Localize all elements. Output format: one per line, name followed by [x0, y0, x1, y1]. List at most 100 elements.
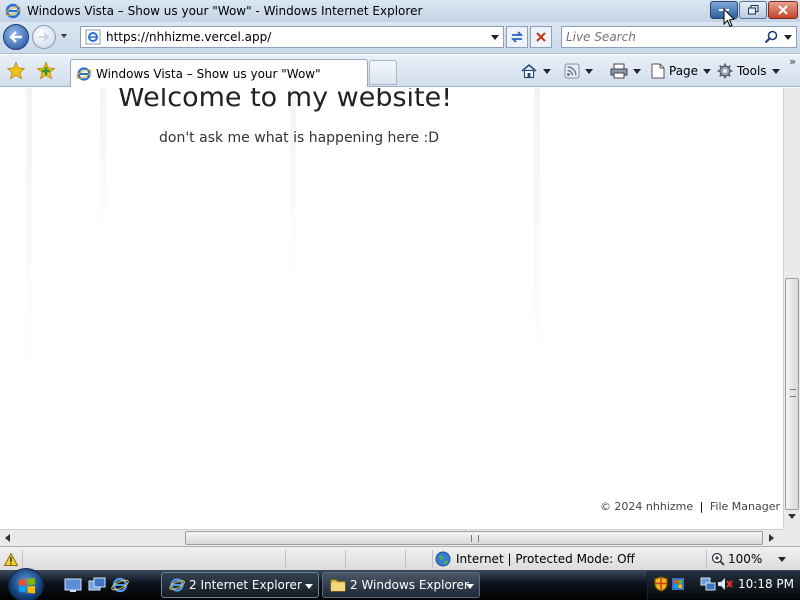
taskbar-task-label: 2 Internet Explorer	[189, 578, 302, 592]
print-dropdown-arrow[interactable]	[633, 68, 641, 74]
ie-page-icon	[85, 29, 101, 45]
status-divider	[22, 550, 23, 568]
background-streak	[100, 88, 106, 238]
restore-icon	[747, 5, 758, 15]
favorites-center-icon[interactable]	[6, 61, 26, 81]
search-provider-dropdown[interactable]	[784, 35, 792, 40]
ie-quicklaunch-icon[interactable]	[111, 576, 129, 594]
security-zone-label: Internet | Protected Mode: Off	[456, 552, 635, 566]
background-streak	[290, 88, 296, 278]
vertical-scrollbar[interactable]	[783, 88, 800, 529]
task-group-arrow-icon	[466, 584, 474, 589]
forward-arrow-icon	[39, 32, 50, 42]
windows-update-icon[interactable]	[670, 576, 686, 592]
taskbar: 2 Internet Explorer 2 Windows Explorer 1…	[0, 568, 800, 600]
taskbar-clock[interactable]: 10:18 PM	[738, 577, 794, 591]
page-subtitle: don't ask me what is happening here :D	[159, 130, 440, 146]
page-menu-label: Page	[669, 64, 699, 78]
status-divider	[285, 550, 286, 568]
ie-page-icon	[76, 66, 92, 81]
scrollbar-corner	[783, 529, 800, 546]
scroll-grip-icon	[790, 389, 796, 397]
taskbar-task-label: 2 Windows Explorer	[350, 578, 469, 592]
refresh-button[interactable]	[506, 26, 528, 48]
home-icon	[521, 63, 537, 79]
volume-muted-icon[interactable]	[717, 576, 733, 592]
folder-icon	[330, 579, 346, 592]
search-icon[interactable]	[764, 30, 778, 44]
search-input[interactable]	[566, 27, 756, 47]
page-heading: Welcome to my website!	[118, 88, 453, 113]
rss-feed-icon	[564, 63, 580, 79]
refresh-icon	[510, 31, 524, 43]
tools-menu[interactable]: Tools	[717, 61, 780, 81]
back-button[interactable]	[3, 24, 29, 50]
navigation-bar: https://nhhizme.vercel.app/	[0, 22, 800, 54]
scroll-right-arrow-icon[interactable]	[769, 534, 774, 542]
page-dropdown-arrow	[703, 68, 712, 74]
stop-button[interactable]	[530, 26, 552, 48]
home-dropdown-arrow[interactable]	[543, 68, 551, 74]
file-manager-link[interactable]: File Manager	[710, 500, 780, 513]
tools-dropdown-arrow	[771, 68, 780, 74]
feeds-dropdown-arrow[interactable]	[585, 68, 593, 74]
add-to-favorites-icon[interactable]	[36, 61, 56, 81]
title-bar: Windows Vista – Show us your "Wow" - Win…	[0, 0, 800, 22]
background-streak	[26, 88, 32, 368]
status-bar: Internet | Protected Mode: Off 100%	[0, 546, 800, 570]
notification-area: 10:18 PM	[647, 571, 800, 599]
status-divider	[345, 550, 346, 568]
address-dropdown[interactable]	[491, 35, 499, 40]
security-shield-icon[interactable]	[653, 576, 669, 592]
scroll-grip-icon	[471, 535, 479, 542]
page-viewport: Welcome to my website! don't ask me what…	[0, 88, 783, 529]
network-icon[interactable]	[700, 576, 716, 592]
zoom-icon	[711, 552, 725, 566]
globe-icon	[435, 551, 451, 567]
home-button[interactable]	[520, 61, 551, 81]
vertical-scroll-thumb[interactable]	[785, 278, 799, 510]
footer-copyright: © 2024 nhhizme	[599, 500, 694, 513]
horizontal-scrollbar[interactable]	[0, 529, 783, 546]
feeds-button[interactable]	[564, 61, 593, 81]
security-zone[interactable]: Internet | Protected Mode: Off	[432, 550, 635, 568]
page-menu[interactable]: Page	[651, 61, 712, 81]
footer-separator: |	[699, 500, 704, 513]
task-group-arrow-icon	[305, 584, 313, 589]
page-footer: © 2024 nhhizme | File Manager	[600, 500, 780, 513]
horizontal-scroll-thumb[interactable]	[185, 531, 763, 545]
search-box[interactable]	[561, 26, 797, 48]
tab-active[interactable]: Windows Vista – Show us your "Wow"	[70, 59, 368, 87]
zoom-level: 100%	[728, 552, 763, 566]
tab-command-bar: Windows Vista – Show us your "Wow" Page …	[0, 55, 800, 87]
address-url[interactable]: https://nhhizme.vercel.app/	[106, 30, 271, 44]
ie-icon	[169, 578, 185, 592]
show-desktop-icon[interactable]	[64, 576, 82, 594]
chevron-more-icon[interactable]: »	[789, 55, 796, 68]
address-bar[interactable]: https://nhhizme.vercel.app/	[80, 26, 504, 48]
print-button[interactable]	[610, 61, 641, 81]
scroll-down-arrow-icon[interactable]	[788, 514, 796, 519]
warning-icon[interactable]	[4, 553, 18, 566]
tab-title: Windows Vista – Show us your "Wow"	[96, 66, 321, 81]
switch-windows-icon[interactable]	[88, 576, 106, 594]
start-button[interactable]	[8, 568, 44, 600]
page-icon	[651, 63, 665, 79]
recent-pages-dropdown[interactable]	[61, 34, 67, 38]
taskbar-windows-explorer[interactable]: 2 Windows Explorer	[322, 572, 480, 598]
new-tab-button[interactable]	[369, 60, 397, 85]
zoom-dropdown-arrow	[778, 556, 787, 562]
back-arrow-icon	[9, 31, 22, 43]
zoom-control[interactable]: 100%	[706, 550, 796, 568]
close-icon	[778, 5, 788, 15]
close-button[interactable]	[768, 1, 798, 19]
scroll-left-arrow-icon[interactable]	[5, 534, 10, 542]
taskbar-internet-explorer[interactable]: 2 Internet Explorer	[161, 572, 319, 598]
forward-button[interactable]	[32, 25, 56, 49]
ie-icon	[5, 3, 21, 19]
restore-button[interactable]	[739, 1, 767, 19]
windows-logo-icon	[19, 578, 35, 594]
window-title: Windows Vista – Show us your "Wow" - Win…	[27, 4, 423, 18]
status-divider	[405, 550, 406, 568]
background-streak	[534, 88, 540, 378]
